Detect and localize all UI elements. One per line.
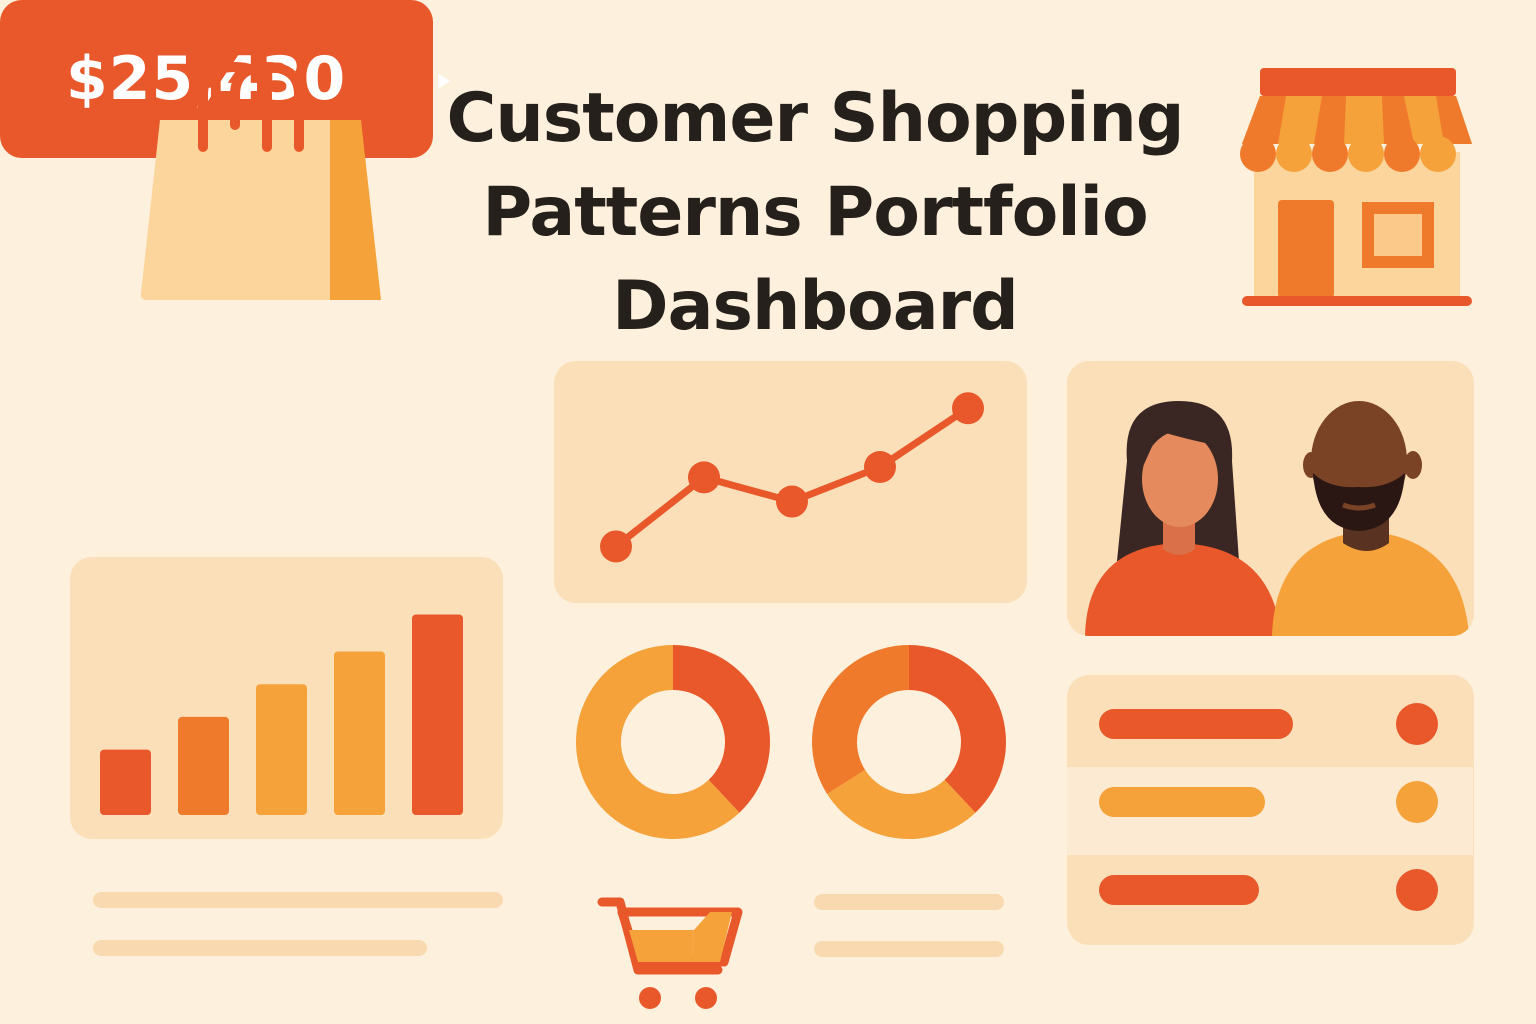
placeholder-line bbox=[814, 894, 1004, 910]
donut-slice bbox=[673, 645, 770, 813]
bar bbox=[178, 716, 229, 815]
page-title-line-1: Customer Shopping bbox=[446, 79, 1184, 158]
page-title: Customer Shopping Patterns Portfolio Das… bbox=[400, 72, 1230, 354]
line-point bbox=[600, 530, 632, 563]
bar-chart-card bbox=[70, 557, 503, 839]
customer-avatar-woman bbox=[1085, 401, 1281, 636]
line-chart bbox=[600, 392, 984, 563]
list-item[interactable] bbox=[1067, 767, 1473, 855]
donut-chart-2 bbox=[812, 645, 1006, 839]
chevron-right-icon[interactable] bbox=[436, 72, 452, 90]
placeholder-line bbox=[93, 892, 503, 908]
bar bbox=[256, 684, 307, 815]
donut-chart-1 bbox=[576, 645, 770, 839]
placeholder-line bbox=[93, 940, 427, 956]
bar bbox=[412, 614, 463, 815]
bar-chart bbox=[100, 614, 463, 815]
line-point bbox=[776, 485, 808, 518]
storefront-icon bbox=[1240, 68, 1472, 306]
list-item-bar bbox=[1099, 875, 1259, 905]
list-item-indicator bbox=[1396, 703, 1438, 745]
donut-slice bbox=[909, 645, 1006, 813]
donut-slice bbox=[812, 645, 909, 794]
shopping-cart-icon bbox=[597, 897, 743, 1009]
bar bbox=[334, 651, 385, 815]
placeholder-line bbox=[814, 941, 1004, 957]
page-title-line-2: Patterns Portfolio bbox=[482, 173, 1148, 252]
list-item-indicator bbox=[1396, 869, 1438, 911]
bar bbox=[100, 749, 151, 815]
customers-illustration bbox=[1085, 401, 1469, 636]
line-point bbox=[864, 451, 896, 483]
list-item-bar bbox=[1099, 787, 1265, 817]
list-item[interactable] bbox=[1067, 689, 1473, 777]
line-series bbox=[613, 405, 970, 550]
list-item-indicator bbox=[1396, 781, 1438, 823]
line-chart-card bbox=[554, 361, 1027, 603]
customer-avatar-man bbox=[1272, 401, 1469, 636]
list-card bbox=[1067, 675, 1474, 945]
list-item-bar bbox=[1099, 709, 1293, 739]
line-point bbox=[688, 461, 720, 494]
page-title-line-3: Dashboard bbox=[612, 267, 1019, 346]
list-item[interactable] bbox=[1067, 855, 1473, 943]
customers-card bbox=[1067, 361, 1474, 636]
shopping-bag-icon bbox=[140, 61, 381, 300]
line-point bbox=[952, 392, 984, 425]
